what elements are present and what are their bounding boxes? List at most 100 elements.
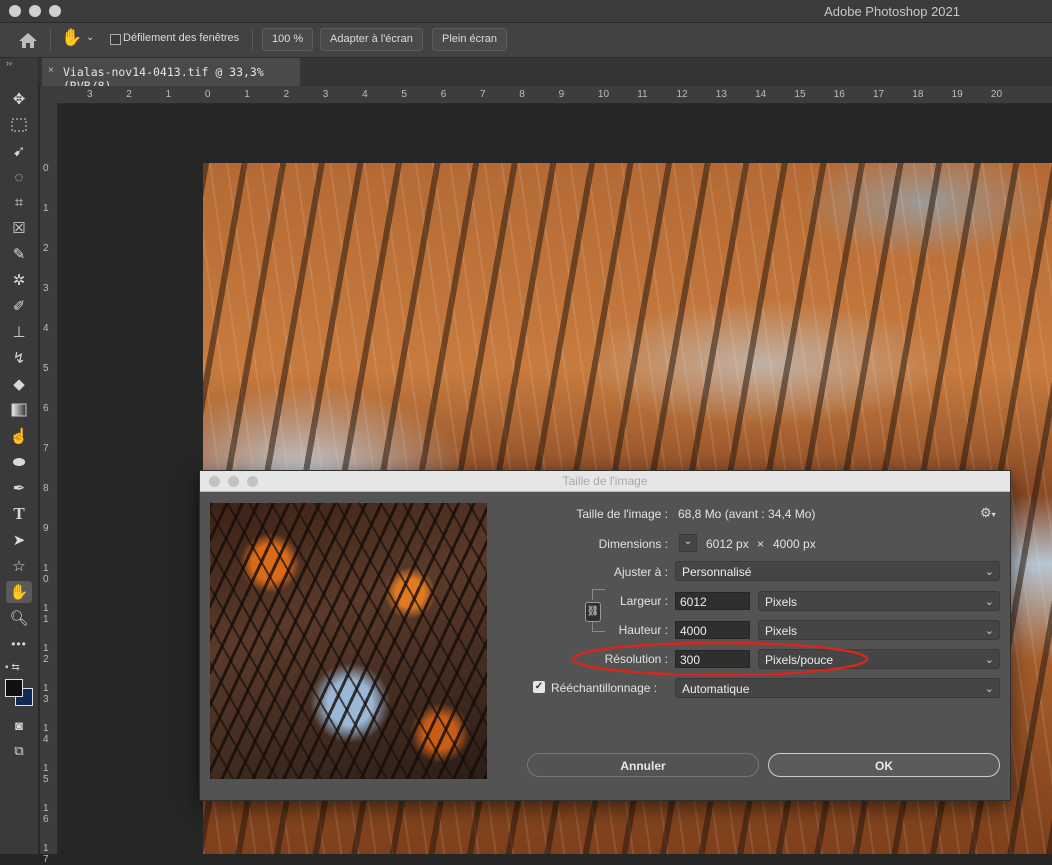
collapse-panel-icon[interactable]: ›› (6, 58, 12, 68)
ruler-label: 0 (204, 89, 211, 100)
image-preview[interactable] (210, 503, 487, 779)
chevron-down-icon: ⌄ (86, 32, 95, 43)
ruler-label: 5 (43, 363, 49, 374)
chevron-down-icon: ⌄ (984, 596, 994, 608)
ok-button[interactable]: OK (768, 753, 1000, 777)
stamp-tool-icon[interactable]: ⊥ (6, 321, 32, 343)
resample-method-select[interactable]: Automatique ⌄ (675, 678, 1000, 698)
ruler-label: 15 (794, 89, 806, 100)
height-unit-select[interactable]: Pixels ⌄ (758, 620, 1000, 640)
brush-tool-icon[interactable]: ✐ (6, 295, 32, 317)
ruler-label: 3 (43, 283, 49, 294)
ruler-label: 1 6 (43, 803, 49, 825)
ruler-label: 4 (43, 323, 49, 334)
gradient-tool-icon[interactable] (6, 399, 32, 421)
ruler-label: 20 (990, 89, 1003, 100)
home-icon (19, 33, 37, 48)
ruler-label: 3 (87, 89, 93, 100)
fit-to-label: Ajuster à : (613, 565, 668, 579)
ruler-label: 7 (43, 443, 49, 454)
default-colors-icon[interactable]: ▪ ⇆ (5, 662, 20, 673)
chevron-down-icon: ⌄ (683, 536, 693, 547)
crop-tool-icon[interactable]: ⌗ (6, 191, 32, 213)
ruler-label: 1 0 (43, 563, 49, 585)
home-button[interactable] (14, 29, 42, 51)
ruler-label: 1 (165, 89, 172, 100)
chevron-down-icon: ⌄ (984, 566, 994, 578)
healing-tool-icon[interactable]: ✲ (6, 269, 32, 291)
ruler-label: 7 (480, 89, 486, 100)
ruler-label: 12 (676, 89, 688, 100)
eyedropper-tool-icon[interactable]: ✎ (6, 243, 32, 265)
marquee-tool-icon[interactable] (6, 114, 32, 136)
ruler-label: 2 (43, 243, 49, 254)
hand-tool-icon[interactable]: ✋ (6, 581, 32, 603)
dimensions-width: 6012 px (706, 537, 749, 551)
ruler-label: 3 (322, 89, 329, 100)
fill-screen-button[interactable]: Plein écran (432, 28, 508, 51)
quick-select-tool-icon[interactable]: ◌ (6, 166, 32, 188)
image-size-dialog: Taille de l'image Taille de l'image : 68… (199, 470, 1011, 801)
width-input[interactable]: 6012 (675, 592, 750, 610)
fit-screen-button[interactable]: Adapter à l'écran (320, 28, 423, 51)
dimensions-times: × (757, 537, 765, 551)
eraser-tool-icon[interactable]: ◆ (6, 373, 32, 395)
frame-tool-icon[interactable]: ☒ (6, 217, 32, 239)
window-title-bar: Adobe Photoshop 2021 (0, 0, 1052, 23)
zoom-window-button[interactable] (49, 5, 61, 17)
screen-mode-icon[interactable]: ⧉ (6, 740, 32, 762)
ruler-label: 16 (833, 89, 845, 100)
path-select-tool-icon[interactable]: ➤ (6, 529, 32, 551)
cancel-button[interactable]: Annuler (527, 753, 759, 777)
shape-tool-icon[interactable]: ☆ (6, 555, 32, 577)
ruler-label: 1 (43, 203, 49, 214)
smudge-tool-icon[interactable]: ☝ (6, 425, 32, 447)
ruler-label: 10 (597, 89, 610, 100)
ruler-label: 14 (755, 89, 767, 100)
options-bar: ✋ ⌄ Défilement des fenêtres 100 % Adapte… (0, 23, 1052, 58)
fit-to-value: Personnalisé (682, 565, 752, 579)
close-window-button[interactable] (9, 5, 21, 17)
width-unit-select[interactable]: Pixels ⌄ (758, 591, 1000, 611)
image-size-label: Taille de l'image : (576, 507, 668, 521)
hand-tool-preset[interactable]: ✋ ⌄ (58, 28, 100, 50)
settings-gear-icon[interactable]: ⚙▾ (980, 505, 996, 521)
zoom-100-button[interactable]: 100 % (262, 28, 314, 51)
chevron-down-icon: ⌄ (984, 625, 994, 637)
chevron-down-icon: ⌄ (984, 654, 994, 666)
close-tab-icon[interactable]: × (48, 65, 54, 76)
dimensions-label: Dimensions : (598, 537, 668, 551)
dimensions-unit-dropdown[interactable]: ⌄ (679, 534, 697, 552)
more-tools-icon[interactable]: ••• (6, 633, 32, 655)
resample-checkbox[interactable]: ✓ (533, 681, 545, 693)
ruler-label: 18 (912, 89, 924, 100)
ruler-label: 9 (43, 523, 49, 534)
fit-to-select[interactable]: Personnalisé ⌄ (675, 561, 1000, 581)
foreground-color-swatch[interactable] (5, 679, 23, 697)
quick-mask-icon[interactable]: ◙ (6, 714, 32, 736)
chevron-down-icon: ⌄ (984, 683, 994, 695)
document-tab[interactable]: × Vialas-nov14-0413.tif @ 33,3% (RVB/8) (42, 58, 300, 93)
scroll-all-windows-label: Défilement des fenêtres (123, 32, 240, 44)
pen-tool-icon[interactable]: ✒ (6, 477, 32, 499)
type-tool-icon[interactable]: T (6, 503, 32, 525)
vertical-ruler: 0 1 2 3 4 5 6 7 8 9 1 0 1 1 1 2 1 3 1 4 1 5 1 6 1 7 (40, 103, 58, 865)
scroll-all-windows-checkbox[interactable] (110, 34, 121, 45)
hand-icon: ✋ (61, 28, 83, 47)
ruler-label: 4 (362, 89, 368, 100)
dimensions-height: 4000 px (773, 537, 816, 551)
lasso-tool-icon[interactable]: ➹ (6, 140, 32, 162)
minimize-window-button[interactable] (29, 5, 41, 17)
resample-method-value: Automatique (682, 682, 750, 696)
dodge-tool-icon[interactable]: ⬬ (6, 451, 32, 473)
app-title: Adobe Photoshop 2021 (824, 4, 960, 19)
ruler-label: 6 (440, 89, 447, 100)
dialog-title-bar: Taille de l'image (200, 471, 1010, 492)
ruler-label: 8 (519, 89, 525, 100)
move-tool-icon[interactable]: ✥ (6, 88, 32, 110)
history-brush-tool-icon[interactable]: ↯ (6, 347, 32, 369)
ruler-label: 0 (43, 163, 49, 174)
ruler-label: 1 4 (43, 723, 49, 745)
zoom-tool-icon[interactable]: 🔍︎ (6, 607, 32, 629)
height-input[interactable]: 4000 (675, 621, 750, 639)
